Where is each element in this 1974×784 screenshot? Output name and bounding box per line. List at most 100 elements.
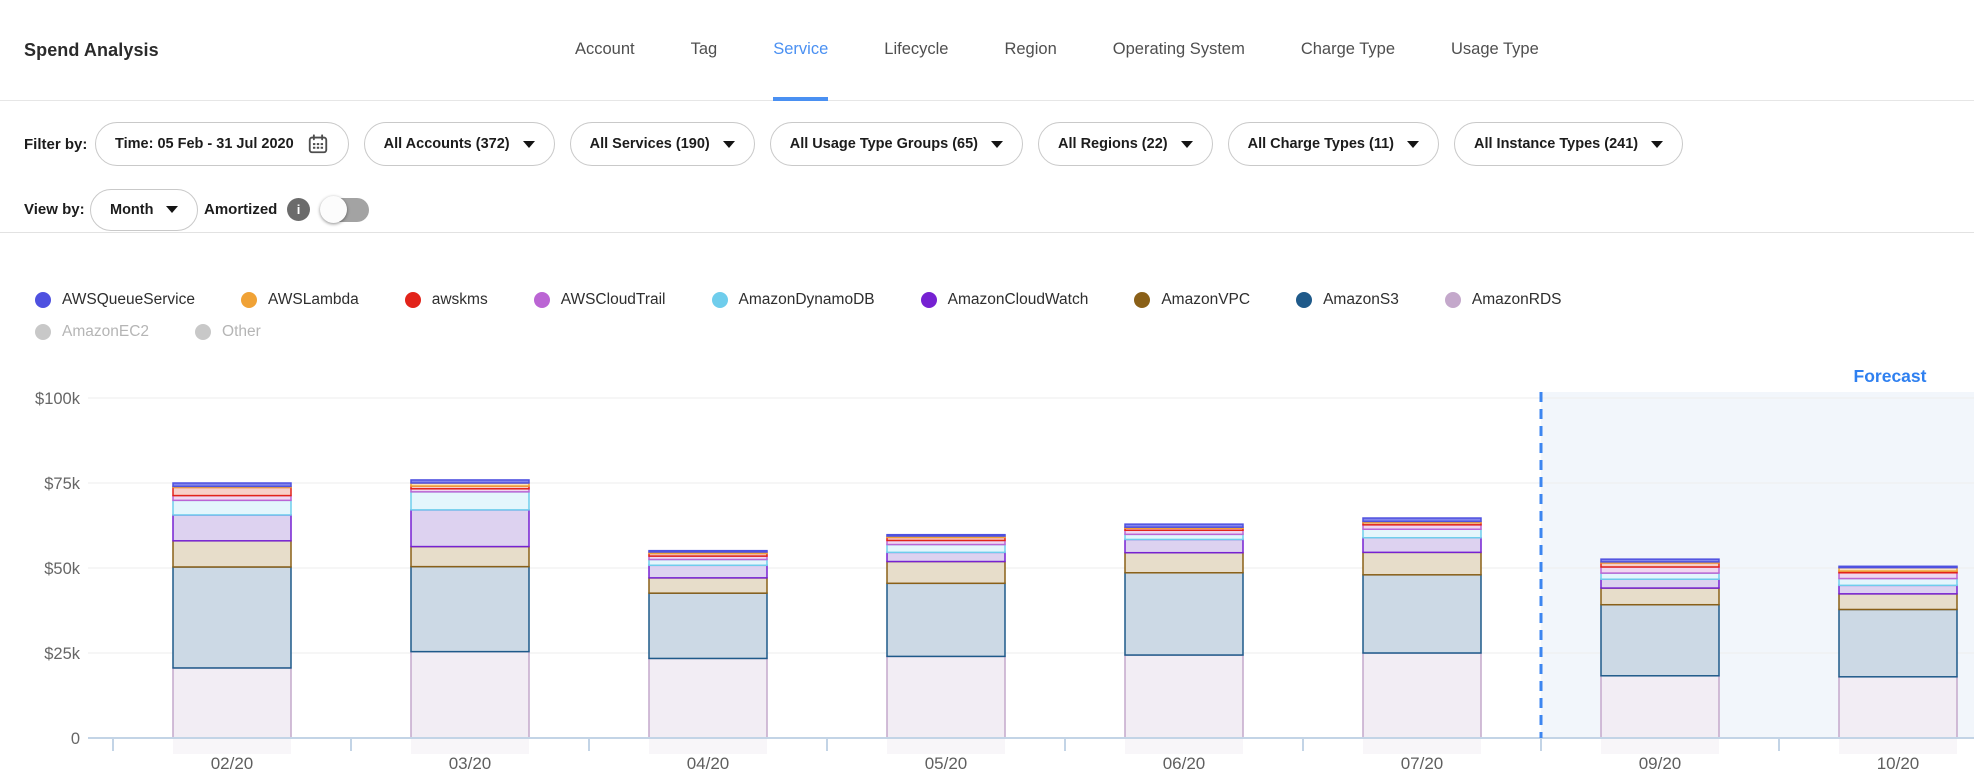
bar-segment-02/20-AmazonDynamoDB[interactable] (173, 500, 291, 515)
bar-segment-10/20-AmazonCloudWatch[interactable] (1839, 585, 1957, 594)
bar-segment-09/20-AmazonS3[interactable] (1601, 605, 1719, 676)
bar-segment-06/20-AmazonVPC[interactable] (1125, 553, 1243, 573)
bar-segment-07/20-AmazonRDS[interactable] (1363, 653, 1481, 738)
filter-pill-all-usage-type-groups-65-[interactable]: All Usage Type Groups (65) (770, 122, 1023, 166)
y-axis-label: $75k (44, 475, 81, 493)
bar-segment-03/20-AmazonDynamoDB[interactable] (411, 492, 529, 510)
bar-segment-04/20-AmazonVPC[interactable] (649, 578, 767, 593)
bar-segment-09/20-AmazonDynamoDB[interactable] (1601, 573, 1719, 579)
view-by-row: View by: Month Amortized i (0, 187, 1974, 233)
tab-operating-system[interactable]: Operating System (1113, 0, 1245, 101)
calendar-icon (307, 133, 329, 155)
bar-segment-03/20-AmazonS3[interactable] (411, 567, 529, 652)
bar-segment-09/20-AmazonRDS[interactable] (1601, 676, 1719, 738)
bar-segment-05/20-AmazonRDS[interactable] (887, 656, 1005, 738)
bar-segment-10/20-AWSQueueService[interactable] (1839, 566, 1957, 567)
y-axis-label: $50k (44, 560, 81, 578)
tab-account[interactable]: Account (575, 0, 635, 101)
bar-segment-10/20-AmazonVPC[interactable] (1839, 594, 1957, 610)
filter-pill-label: All Regions (22) (1058, 136, 1168, 152)
legend-item-awskms[interactable]: awskms (405, 291, 488, 309)
bar-segment-02/20-AmazonS3[interactable] (173, 567, 291, 668)
legend-item-amazons3[interactable]: AmazonS3 (1296, 291, 1399, 309)
bar-segment-06/20-AmazonCloudWatch[interactable] (1125, 539, 1243, 552)
legend-dot-icon (534, 292, 550, 308)
legend-label: AWSQueueService (62, 291, 195, 309)
bar-segment-03/20-AmazonCloudWatch[interactable] (411, 510, 529, 547)
x-axis-label: 07/20 (1401, 754, 1444, 773)
bar-segment-04/20-AmazonRDS[interactable] (649, 658, 767, 738)
legend-item-amazonvpc[interactable]: AmazonVPC (1134, 291, 1250, 309)
spend-chart: 0$25k$50k$75k$100k02/2003/2004/2005/2006… (0, 324, 1974, 784)
filter-pill-all-accounts-372-[interactable]: All Accounts (372) (364, 122, 555, 166)
legend-item-awsqueueservice[interactable]: AWSQueueService (35, 291, 195, 309)
legend-item-amazondynamodb[interactable]: AmazonDynamoDB (712, 291, 875, 309)
bar-segment-02/20-AmazonCloudWatch[interactable] (173, 515, 291, 541)
bar-segment-05/20-AWSQueueService[interactable] (887, 535, 1005, 536)
tab-tag[interactable]: Tag (691, 0, 718, 101)
bar-segment-10/20-AmazonRDS[interactable] (1839, 677, 1957, 738)
bar-segment-07/20-AmazonCloudWatch[interactable] (1363, 538, 1481, 553)
bar-segment-10/20-AmazonS3[interactable] (1839, 609, 1957, 676)
bar-segment-02/20-AmazonRDS[interactable] (173, 668, 291, 738)
legend-item-amazonrds[interactable]: AmazonRDS (1445, 291, 1562, 309)
bar-segment-10/20-AmazonDynamoDB[interactable] (1839, 579, 1957, 586)
bar-segment-03/20-AWSQueueService[interactable] (411, 480, 529, 483)
bar-segment-02/20-awskms[interactable] (173, 487, 291, 495)
bar-reflection (1601, 739, 1719, 754)
filter-row: Filter by: Time: 05 Feb - 31 Jul 2020 Al… (0, 101, 1974, 187)
tab-region[interactable]: Region (1004, 0, 1056, 101)
bar-segment-03/20-AmazonRDS[interactable] (411, 652, 529, 738)
bar-segment-07/20-AmazonS3[interactable] (1363, 575, 1481, 653)
filter-pill-all-charge-types-11-[interactable]: All Charge Types (11) (1228, 122, 1439, 166)
bar-segment-05/20-AmazonCloudWatch[interactable] (887, 552, 1005, 561)
filter-pill-all-regions-22-[interactable]: All Regions (22) (1038, 122, 1213, 166)
tab-charge-type[interactable]: Charge Type (1301, 0, 1395, 101)
bar-segment-03/20-AmazonVPC[interactable] (411, 547, 529, 567)
bar-segment-02/20-AWSQueueService[interactable] (173, 483, 291, 486)
legend-label: awskms (432, 291, 488, 309)
time-range-pill[interactable]: Time: 05 Feb - 31 Jul 2020 (95, 122, 349, 166)
y-axis-label: 0 (71, 730, 80, 748)
tab-usage-type[interactable]: Usage Type (1451, 0, 1539, 101)
bar-segment-10/20-AWSCloudTrail[interactable] (1839, 573, 1957, 579)
bar-segment-05/20-AmazonVPC[interactable] (887, 562, 1005, 584)
bar-segment-09/20-AmazonCloudWatch[interactable] (1601, 579, 1719, 588)
bar-segment-04/20-AmazonDynamoDB[interactable] (649, 560, 767, 566)
page-header: Spend Analysis AccountTagServiceLifecycl… (0, 0, 1974, 101)
bar-segment-07/20-AWSQueueService[interactable] (1363, 518, 1481, 521)
view-by-label: View by: (24, 201, 85, 218)
legend-item-amazoncloudwatch[interactable]: AmazonCloudWatch (921, 291, 1089, 309)
bar-segment-06/20-AmazonDynamoDB[interactable] (1125, 534, 1243, 539)
filter-pill-all-instance-types-241-[interactable]: All Instance Types (241) (1454, 122, 1683, 166)
bar-segment-09/20-AWSQueueService[interactable] (1601, 559, 1719, 562)
bar-segment-06/20-AmazonS3[interactable] (1125, 573, 1243, 655)
bar-segment-09/20-AWSCloudTrail[interactable] (1601, 567, 1719, 573)
bar-segment-02/20-AmazonVPC[interactable] (173, 541, 291, 567)
bar-segment-05/20-AmazonDynamoDB[interactable] (887, 545, 1005, 553)
filter-pill-label: All Usage Type Groups (65) (790, 136, 978, 152)
y-axis-label: $25k (44, 645, 81, 663)
bar-segment-04/20-AmazonCloudWatch[interactable] (649, 565, 767, 578)
x-axis-label: 04/20 (687, 754, 730, 773)
view-by-month-dropdown[interactable]: Month (90, 189, 198, 231)
toggle-knob (320, 196, 347, 223)
info-icon[interactable]: i (287, 198, 310, 221)
bar-segment-05/20-AmazonS3[interactable] (887, 583, 1005, 656)
bar-segment-04/20-AWSQueueService[interactable] (649, 551, 767, 552)
legend-item-awslambda[interactable]: AWSLambda (241, 291, 359, 309)
bar-segment-06/20-AmazonRDS[interactable] (1125, 655, 1243, 738)
legend-item-awscloudtrail[interactable]: AWSCloudTrail (534, 291, 666, 309)
bar-segment-07/20-AmazonVPC[interactable] (1363, 552, 1481, 574)
legend-label: AWSLambda (268, 291, 359, 309)
spend-analysis-page: Spend Analysis AccountTagServiceLifecycl… (0, 0, 1974, 784)
bar-segment-04/20-AmazonS3[interactable] (649, 593, 767, 658)
bar-segment-07/20-AmazonDynamoDB[interactable] (1363, 529, 1481, 538)
bar-segment-06/20-AWSQueueService[interactable] (1125, 524, 1243, 527)
tab-service[interactable]: Service (773, 0, 828, 101)
legend-label: AmazonCloudWatch (948, 291, 1089, 309)
filter-pill-all-services-190-[interactable]: All Services (190) (570, 122, 755, 166)
amortized-toggle[interactable] (322, 198, 369, 222)
tab-lifecycle[interactable]: Lifecycle (884, 0, 948, 101)
bar-segment-09/20-AmazonVPC[interactable] (1601, 588, 1719, 605)
